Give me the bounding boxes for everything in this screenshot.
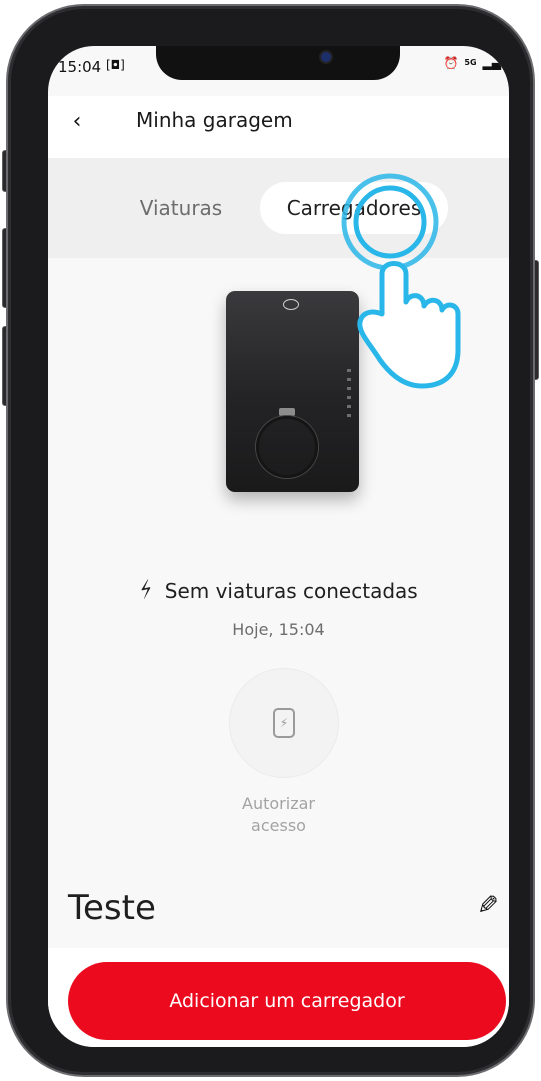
page-title: Minha garagem bbox=[136, 108, 293, 132]
network-label: 5G bbox=[464, 58, 477, 67]
charger-cable-clip bbox=[279, 408, 295, 416]
segmented-tabs: Viaturas Carregadores bbox=[48, 158, 509, 258]
alarm-icon: ⏰ bbox=[443, 56, 459, 70]
app-header: ‹ Minha garagem bbox=[48, 96, 509, 158]
chevron-left-icon: ‹ bbox=[72, 108, 82, 134]
toyota-logo-icon bbox=[283, 299, 299, 310]
charger-device-image bbox=[226, 291, 359, 492]
edit-name-button[interactable]: ✎ bbox=[472, 890, 504, 922]
status-icons: ⏰ 5G ▂▄ bbox=[443, 56, 501, 70]
screenshot-icon: [◘] bbox=[106, 58, 125, 72]
authorize-access-button[interactable]: ⚡ bbox=[229, 668, 339, 778]
signal-icon: ▂▄ bbox=[482, 56, 501, 70]
charger-cable-holder bbox=[256, 416, 318, 478]
notch bbox=[156, 46, 400, 80]
tab-viaturas[interactable]: Viaturas bbox=[126, 182, 236, 234]
bottom-bar: Adicionar um carregador bbox=[48, 948, 509, 1047]
charger-indicator-leds bbox=[347, 369, 351, 417]
phone-frame: 15:04 [◘] ⏰ 5G ▂▄ ‹ Minha garagem Viatur… bbox=[6, 4, 535, 1077]
camera-icon bbox=[321, 52, 331, 62]
back-button[interactable]: ‹ bbox=[62, 106, 92, 136]
charger-panel: ⚡ Sem viaturas conectadas Hoje, 15:04 ⚡ … bbox=[48, 258, 509, 948]
unplugged-icon: ⚡ bbox=[134, 575, 160, 606]
status-timestamp: Hoje, 15:04 bbox=[232, 620, 325, 639]
add-charger-button[interactable]: Adicionar um carregador bbox=[68, 962, 506, 1040]
status-text: Sem viaturas conectadas bbox=[164, 578, 418, 603]
authorize-access-label: Autorizar acesso bbox=[242, 794, 315, 835]
status-time: 15:04 bbox=[58, 58, 102, 76]
connection-status: ⚡ Sem viaturas conectadas bbox=[48, 575, 509, 606]
phone-screen: 15:04 [◘] ⏰ 5G ▂▄ ‹ Minha garagem Viatur… bbox=[48, 46, 509, 1047]
phone-charge-icon: ⚡ bbox=[273, 708, 295, 738]
tab-carregadores[interactable]: Carregadores bbox=[260, 182, 448, 234]
charger-name: Teste bbox=[68, 888, 156, 928]
